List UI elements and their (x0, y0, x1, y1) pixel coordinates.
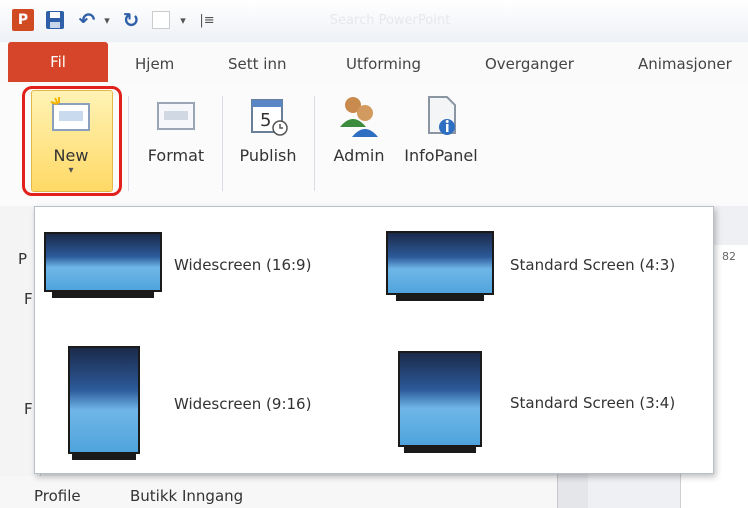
widescreen-portrait-icon (68, 346, 140, 462)
option-label: Widescreen (9:16) (174, 395, 312, 413)
infopanel-button[interactable]: InfoPanel (396, 90, 486, 190)
standard-landscape-icon (386, 229, 494, 301)
powerpoint-app-icon[interactable]: P (12, 9, 34, 31)
qat-blank-button[interactable] (150, 9, 172, 31)
tab-design[interactable]: Utforming (346, 55, 421, 73)
customize-qat-icon[interactable]: |≡ (196, 9, 218, 31)
ribbon-separator (314, 96, 315, 191)
admin-button-label: Admin (333, 146, 385, 165)
format-button[interactable]: Format (140, 90, 212, 190)
option-widescreen-9-16[interactable]: Widescreen (9:16) (68, 345, 348, 463)
publish-button[interactable]: 5 Publish (230, 90, 306, 190)
quick-access-toolbar: P ↶ ▾ ↻ ▾ |≡ Search PowerPoint (0, 0, 748, 42)
option-label: Standard Screen (3:4) (510, 394, 676, 412)
infopanel-button-label: InfoPanel (404, 146, 478, 165)
redo-icon[interactable]: ↻ (120, 8, 142, 32)
option-label: Standard Screen (4:3) (510, 256, 676, 274)
format-button-label: Format (147, 146, 205, 165)
info-panel-icon (421, 90, 461, 142)
publish-calendar-icon: 5 (246, 90, 290, 142)
option-widescreen-16-9[interactable]: Widescreen (16:9) (44, 230, 344, 300)
admin-users-icon (336, 90, 382, 142)
option-label: Widescreen (16:9) (174, 256, 312, 274)
tab-file[interactable]: Fil (8, 42, 108, 82)
format-icon (155, 90, 197, 142)
qat-dropdown-icon[interactable]: ▾ (176, 9, 190, 31)
save-icon[interactable] (44, 9, 66, 31)
tab-animations[interactable]: Animasjoner (638, 55, 732, 73)
option-standard-3-4[interactable]: Standard Screen (3:4) (398, 350, 708, 456)
left-pane-fragment: P (18, 250, 28, 268)
ribbon-separator (128, 96, 129, 191)
bottom-bar (0, 476, 560, 508)
left-pane-fragment: F (24, 400, 33, 418)
new-button-focus-outline (22, 86, 122, 196)
tab-home[interactable]: Hjem (135, 55, 174, 73)
tab-insert[interactable]: Sett inn (228, 55, 286, 73)
ruler-fragment: 82 (722, 250, 736, 263)
publish-button-label: Publish (239, 146, 297, 165)
undo-dropdown-icon[interactable]: ▾ (100, 9, 114, 31)
undo-icon[interactable]: ↶ (76, 8, 98, 32)
window-title: Search PowerPoint (329, 12, 451, 28)
admin-button[interactable]: Admin (326, 90, 392, 190)
profile-label[interactable]: Profile (34, 487, 81, 505)
option-standard-4-3[interactable]: Standard Screen (4:3) (386, 229, 706, 301)
store-entrance-label[interactable]: Butikk Inngang (130, 487, 243, 505)
svg-text:5: 5 (260, 110, 271, 131)
tab-transitions[interactable]: Overganger (485, 55, 574, 73)
widescreen-landscape-icon (44, 230, 162, 300)
standard-portrait-icon (398, 351, 482, 455)
left-pane-fragment: F (24, 290, 33, 308)
ribbon-separator (222, 96, 223, 191)
